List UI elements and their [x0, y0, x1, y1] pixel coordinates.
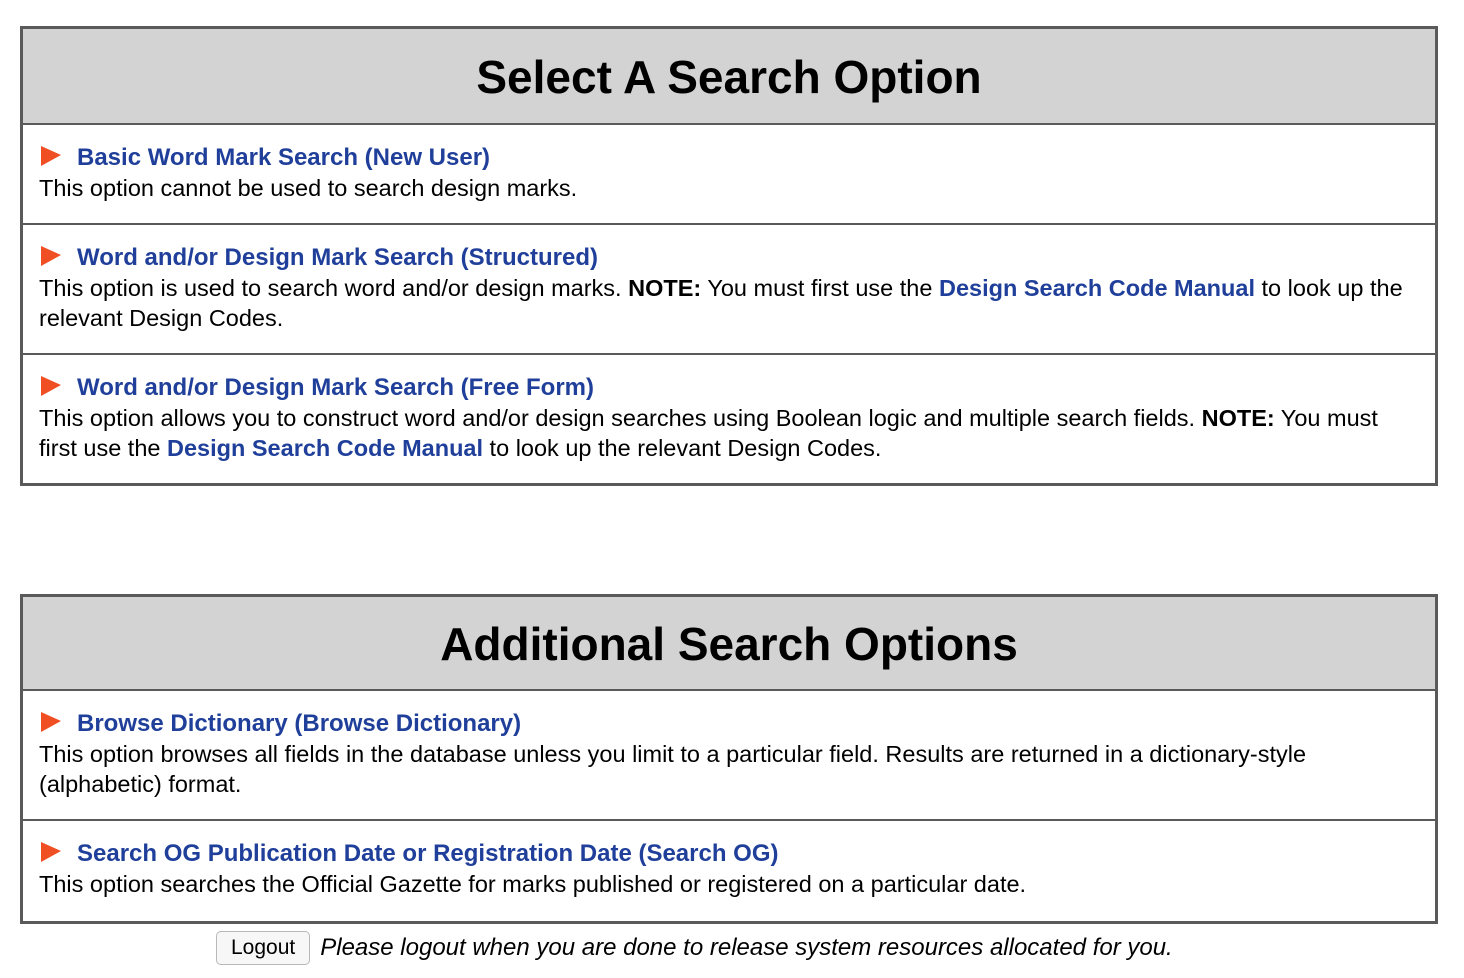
- option-row-structured: Word and/or Design Mark Search (Structur…: [23, 225, 1435, 355]
- additional-search-options-panel: Additional Search Options Browse Diction…: [20, 594, 1438, 924]
- option-description: This option allows you to construct word…: [39, 403, 1419, 463]
- description-text: This option allows you to construct word…: [39, 405, 1202, 431]
- design-search-code-manual-link[interactable]: Design Search Code Manual: [939, 275, 1255, 301]
- design-search-code-manual-link[interactable]: Design Search Code Manual: [167, 435, 483, 461]
- note-label: NOTE:: [1201, 405, 1275, 431]
- logout-footer: Logout Please logout when you are done t…: [216, 930, 1173, 966]
- option-description: This option browses all fields in the da…: [39, 741, 1307, 797]
- orange-flag-icon: [41, 246, 61, 266]
- note-label: NOTE:: [628, 275, 702, 301]
- orange-flag-icon: [41, 146, 61, 166]
- panel-title: Additional Search Options: [23, 597, 1435, 691]
- free-form-search-link[interactable]: Word and/or Design Mark Search (Free For…: [77, 373, 594, 403]
- option-row-browse-dictionary: Browse Dictionary (Browse Dictionary) Th…: [23, 691, 1435, 821]
- search-og-link[interactable]: Search OG Publication Date or Registrati…: [77, 839, 779, 869]
- logout-button[interactable]: Logout: [216, 931, 311, 965]
- option-description: This option cannot be used to search des…: [39, 175, 578, 201]
- option-description: This option is used to search word and/o…: [39, 273, 1419, 333]
- orange-flag-icon: [41, 712, 61, 732]
- option-row-search-og: Search OG Publication Date or Registrati…: [23, 821, 1435, 921]
- browse-dictionary-link[interactable]: Browse Dictionary (Browse Dictionary): [77, 709, 521, 739]
- orange-flag-icon: [41, 376, 61, 396]
- description-text: to look up the relevant Design Codes.: [483, 435, 882, 461]
- panel-title: Select A Search Option: [23, 29, 1435, 125]
- option-row-basic: Basic Word Mark Search (New User) This o…: [23, 125, 1435, 225]
- option-description: This option searches the Official Gazett…: [39, 871, 1027, 897]
- orange-flag-icon: [41, 842, 61, 862]
- description-text: This option is used to search word and/o…: [39, 275, 629, 301]
- description-text: You must first use the: [701, 275, 939, 301]
- search-options-panel: Select A Search Option Basic Word Mark S…: [20, 26, 1438, 486]
- basic-word-mark-search-link[interactable]: Basic Word Mark Search (New User): [77, 143, 490, 173]
- structured-search-link[interactable]: Word and/or Design Mark Search (Structur…: [77, 243, 598, 273]
- option-row-free-form: Word and/or Design Mark Search (Free For…: [23, 355, 1435, 483]
- logout-message: Please logout when you are done to relea…: [320, 934, 1173, 961]
